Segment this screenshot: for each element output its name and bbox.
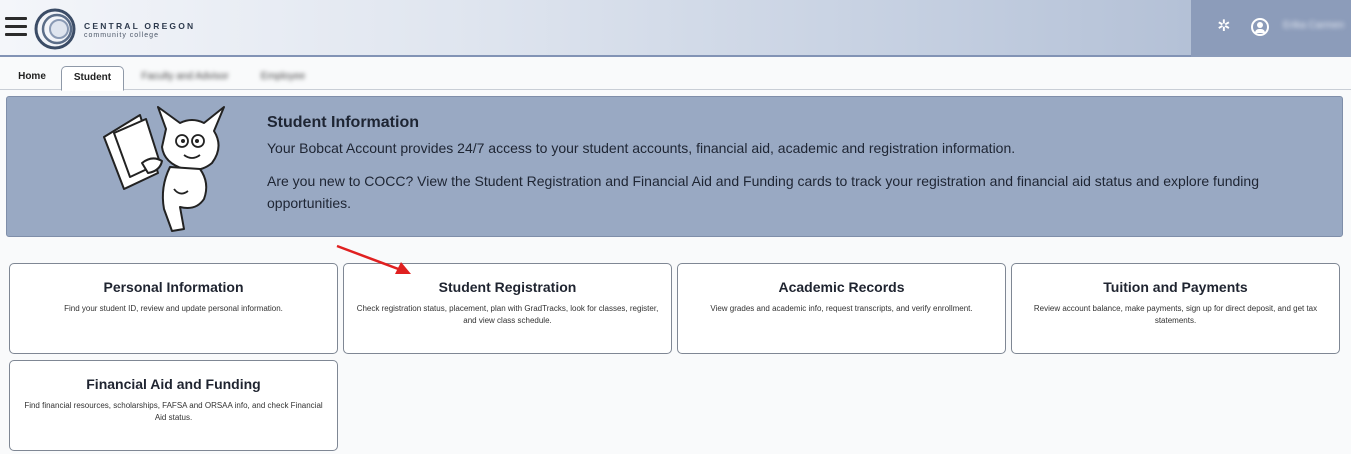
tab-employee[interactable]: Employee: [250, 66, 316, 90]
card-personal-information[interactable]: Personal Information Find your student I…: [9, 263, 338, 354]
annotation-arrow-icon: [336, 244, 411, 274]
bobcat-mascot-illustration: [103, 106, 225, 232]
tab-home[interactable]: Home: [10, 66, 54, 90]
card-description: Find your student ID, review and update …: [64, 304, 283, 313]
card-description: Check registration status, placement, pl…: [356, 304, 659, 325]
user-area: ✲ Erika Carmen: [1191, 0, 1351, 57]
card-academic-records[interactable]: Academic Records View grades and academi…: [677, 263, 1006, 354]
user-name[interactable]: Erika Carmen: [1283, 20, 1347, 32]
card-title: Tuition and Payments: [1103, 279, 1248, 295]
cocc-logo[interactable]: CENTRAL OREGON community college: [34, 8, 214, 50]
banner-title: Student Information: [267, 114, 419, 131]
card-description: Find financial resources, scholarships, …: [24, 401, 323, 422]
card-description: View grades and academic info, request t…: [710, 304, 973, 313]
gear-icon[interactable]: ✲: [1214, 17, 1234, 37]
card-description: Review account balance, make payments, s…: [1033, 304, 1318, 325]
tab-student[interactable]: Student: [61, 66, 124, 91]
card-student-registration[interactable]: Student Registration Check registration …: [343, 263, 672, 354]
card-title: Student Registration: [438, 279, 577, 295]
tab-faculty-advisor[interactable]: Faculty and Advisor: [135, 66, 235, 90]
card-title: Financial Aid and Funding: [86, 376, 261, 392]
logo-swirl-icon: [34, 8, 76, 50]
top-header: CENTRAL OREGON community college ✲ Erika…: [0, 0, 1351, 57]
card-tuition-and-payments[interactable]: Tuition and Payments Review account bala…: [1011, 263, 1340, 354]
user-icon[interactable]: [1251, 18, 1269, 36]
card-title: Academic Records: [778, 279, 905, 295]
card-title: Personal Information: [103, 279, 244, 295]
logo-name: CENTRAL OREGON: [84, 21, 196, 31]
banner-new-student-note: Are you new to COCC? View the Student Re…: [267, 173, 1259, 211]
student-info-banner: Student Information Your Bobcat Account …: [6, 96, 1343, 237]
banner-description: Your Bobcat Account provides 24/7 access…: [267, 140, 1016, 156]
menu-icon[interactable]: [5, 17, 27, 37]
logo-subtitle: community college: [84, 32, 159, 39]
card-financial-aid-and-funding[interactable]: Financial Aid and Funding Find financial…: [9, 360, 338, 451]
main-tabs: Home Student Faculty and Advisor Employe…: [0, 63, 1351, 91]
